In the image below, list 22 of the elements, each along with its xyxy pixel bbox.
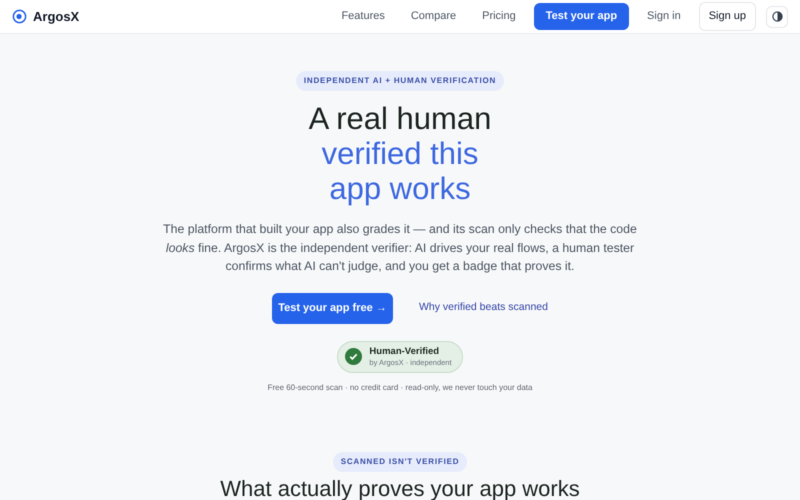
nav-link[interactable]: Features [333,4,393,29]
hero-headline: A real human [308,101,492,136]
badge-title: Human-Verified [369,346,440,358]
theme-toggle-button[interactable] [766,6,788,28]
comparison-link[interactable]: Why verified beats scanned [419,300,548,316]
contrast-icon [772,11,782,22]
section-heading: What actually proves your app works [220,476,580,500]
hero-headline: app works [329,171,471,206]
nav-button[interactable]: Sign up [698,2,756,31]
brand-name: ArgosX [33,8,80,26]
check-icon [345,348,362,365]
nav-link[interactable]: Sign in [639,4,689,29]
hero-headline: verified this [322,136,478,171]
test-app-button[interactable]: Test your app free → [272,292,393,324]
nav-link[interactable]: Compare [402,4,464,29]
nav-link[interactable]: Pricing [474,4,524,29]
hero-description: The platform that built your app also grades it — and its scan only checks that the code looks fine. ArgosX is the independent verifier: AI drives your real flows, a human tester confirms what AI can't judge, and you get a badge that proves it. [162,221,638,275]
section-eyebrow-pill: SCANNED ISN'T VERIFIED [332,452,468,472]
nav-button[interactable]: Test your app [534,3,630,30]
eyebrow-pill: INDEPENDENT AI + HUMAN VERIFICATION [296,71,504,91]
footnote: Free 60-second scan · no credit card · read-only, we never touch your data [268,382,532,394]
logo-icon [12,9,27,24]
